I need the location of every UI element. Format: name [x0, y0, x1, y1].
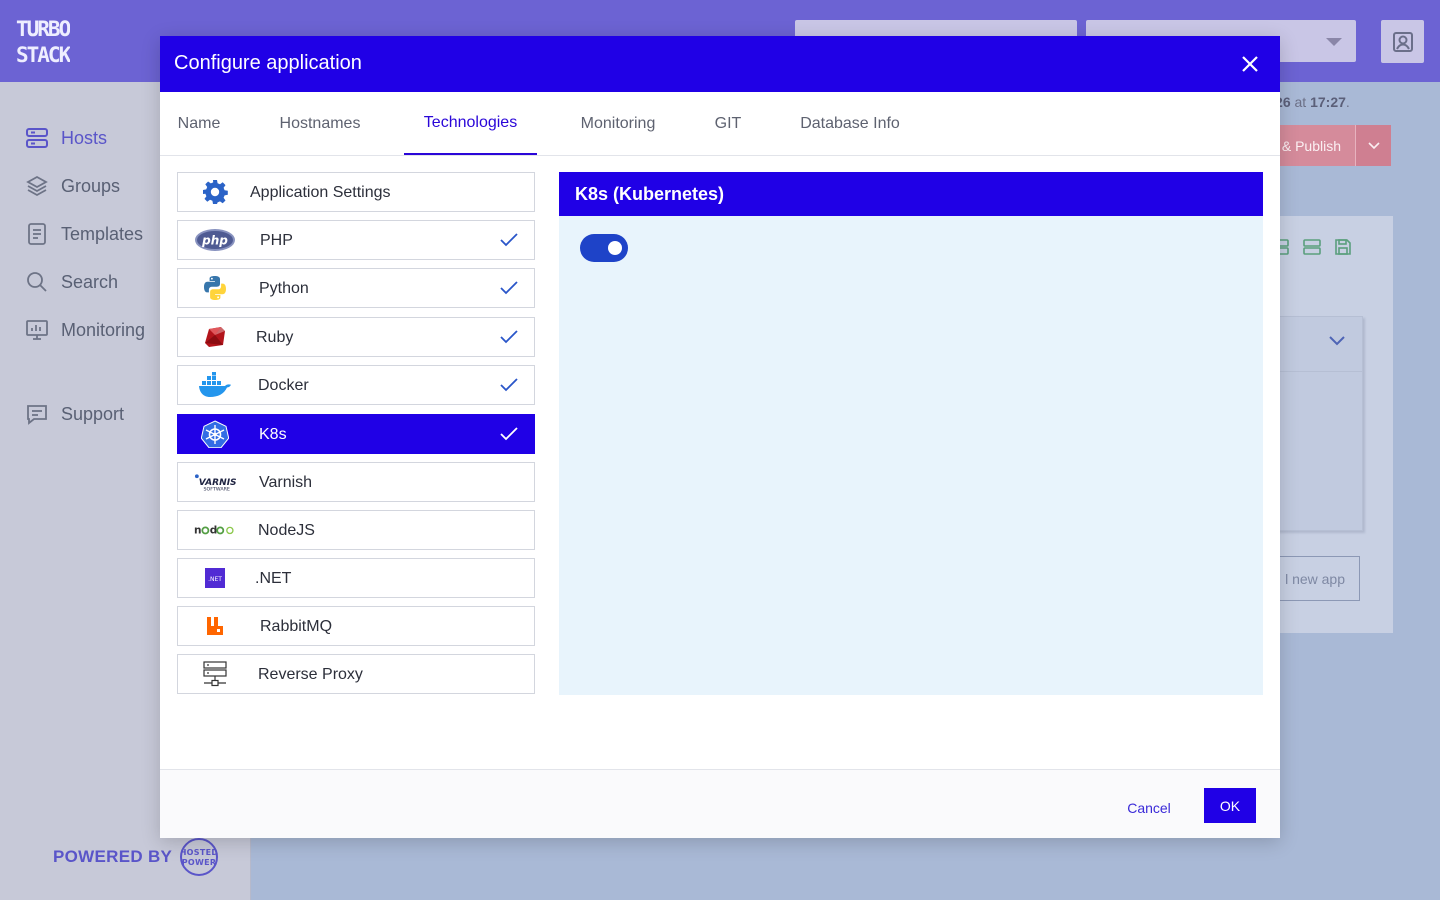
- gear-icon: [194, 178, 236, 206]
- varnish-icon: VARNISHSOFTWARE: [194, 468, 236, 496]
- modal-tabs: Name Hostnames Technologies Monitoring G…: [160, 92, 1280, 156]
- tech-item-php[interactable]: php PHP: [177, 220, 535, 260]
- server-icon[interactable]: [1302, 238, 1322, 256]
- tech-item-dotnet[interactable]: .NET .NET: [177, 558, 535, 598]
- tech-item-application-settings[interactable]: Application Settings: [177, 172, 535, 212]
- reverse-proxy-icon: [194, 660, 236, 688]
- tech-item-label: Varnish: [259, 474, 313, 491]
- powered-by-label: POWERED BY: [53, 847, 173, 866]
- tab-hostnames[interactable]: Hostnames: [264, 92, 376, 155]
- chevron-down-icon: [1326, 38, 1342, 46]
- svg-text:.NET: .NET: [208, 576, 222, 583]
- k8s-enable-toggle[interactable]: [580, 234, 628, 262]
- panel-title: K8s (Kubernetes): [559, 172, 1263, 216]
- tab-monitoring[interactable]: Monitoring: [565, 92, 671, 155]
- template-icon: [24, 221, 50, 247]
- nodejs-icon: nd: [194, 516, 236, 544]
- toggle-knob: [608, 241, 622, 255]
- tech-item-label: .NET: [255, 570, 292, 587]
- server-icon: [24, 125, 50, 151]
- powered-by: POWERED BY HOSTED POWER: [53, 838, 219, 876]
- tech-item-label: RabbitMQ: [260, 618, 333, 635]
- svg-text:d: d: [210, 525, 218, 537]
- svg-text:HOSTED: HOSTED: [182, 848, 216, 857]
- hosted-power-logo: HOSTED POWER: [180, 838, 219, 876]
- search-icon: [24, 269, 50, 295]
- layers-icon: [24, 173, 50, 199]
- sidebar-item-label: Support: [61, 403, 125, 424]
- tech-item-label: Python: [259, 280, 309, 297]
- svg-text:VARNISH: VARNISH: [199, 478, 236, 488]
- check-icon: [500, 281, 518, 295]
- support-chat-icon: [24, 401, 50, 427]
- ok-button[interactable]: OK: [1204, 788, 1256, 823]
- tech-item-ruby[interactable]: Ruby: [177, 317, 535, 357]
- tech-item-label: K8s: [259, 426, 287, 443]
- chevron-down-icon: [1367, 141, 1380, 149]
- sidebar-item-support[interactable]: Support: [24, 399, 124, 429]
- sidebar-item-templates[interactable]: Templates: [24, 219, 143, 249]
- tech-item-rabbitmq[interactable]: RabbitMQ: [177, 606, 535, 646]
- sidebar-item-label: Monitoring: [61, 319, 146, 340]
- close-button[interactable]: [1238, 52, 1262, 76]
- tab-technologies[interactable]: Technologies: [404, 92, 537, 155]
- tech-item-label: Reverse Proxy: [258, 666, 363, 683]
- tech-item-label: Docker: [258, 377, 309, 394]
- tech-item-label: PHP: [260, 232, 293, 249]
- modal-footer: Cancel OK: [160, 769, 1280, 838]
- turbostack-logo[interactable]: TURBO STACK: [14, 14, 74, 68]
- chevron-down-icon: [1329, 336, 1345, 346]
- user-profile-button[interactable]: [1381, 20, 1424, 63]
- svg-text:TURBO: TURBO: [16, 17, 70, 41]
- tech-item-label: Ruby: [256, 329, 294, 346]
- sidebar-item-label: Templates: [61, 223, 144, 244]
- check-icon: [500, 427, 518, 441]
- check-icon: [500, 330, 518, 344]
- tech-item-k8s[interactable]: K8s: [177, 414, 535, 454]
- ruby-icon: [194, 323, 236, 351]
- modal-header: Configure application: [160, 36, 1280, 92]
- modal-title: Configure application: [174, 52, 362, 74]
- sidebar-item-monitoring[interactable]: Monitoring: [24, 315, 145, 345]
- tab-database-info[interactable]: Database Info: [784, 92, 916, 155]
- check-icon: [500, 233, 518, 247]
- tech-item-nodejs[interactable]: nd NodeJS: [177, 510, 535, 550]
- rabbitmq-icon: [194, 612, 236, 640]
- cancel-button[interactable]: Cancel: [1110, 791, 1188, 825]
- check-icon: [500, 378, 518, 392]
- sidebar-item-hosts[interactable]: Hosts: [24, 123, 107, 153]
- sidebar-item-search[interactable]: Search: [24, 267, 118, 297]
- php-icon: php: [194, 226, 236, 254]
- sidebar-item-label: Search: [61, 271, 119, 292]
- save-icon[interactable]: [1334, 238, 1352, 256]
- svg-text:n: n: [194, 525, 202, 537]
- svg-text:SOFTWARE: SOFTWARE: [204, 487, 230, 493]
- tech-item-label: NodeJS: [258, 522, 315, 539]
- tech-item-varnish[interactable]: VARNISHSOFTWARE Varnish: [177, 462, 535, 502]
- tech-item-reverse-proxy[interactable]: Reverse Proxy: [177, 654, 535, 694]
- python-icon: [194, 274, 236, 302]
- dotnet-icon: .NET: [194, 564, 236, 592]
- tech-item-python[interactable]: Python: [177, 268, 535, 308]
- kubernetes-icon: [194, 420, 236, 448]
- card-toolbar: [1270, 238, 1352, 256]
- svg-text:POWER: POWER: [182, 858, 216, 867]
- tech-item-label: Application Settings: [250, 184, 391, 201]
- monitor-icon: [24, 317, 50, 343]
- sidebar-item-groups[interactable]: Groups: [24, 171, 120, 201]
- svg-text:STACK: STACK: [16, 43, 70, 67]
- user-icon: [1392, 31, 1413, 52]
- svg-text:php: php: [201, 234, 228, 248]
- sidebar-item-label: Groups: [61, 175, 121, 196]
- docker-icon: [194, 371, 236, 399]
- tab-name[interactable]: Name: [160, 92, 238, 155]
- configure-application-modal: Configure application Name Hostnames Tec…: [160, 36, 1280, 838]
- close-icon: [1242, 56, 1258, 72]
- tech-item-docker[interactable]: Docker: [177, 365, 535, 405]
- tab-git[interactable]: GIT: [700, 92, 756, 155]
- publish-options-button[interactable]: [1355, 125, 1391, 166]
- technology-settings-panel: K8s (Kubernetes): [559, 172, 1263, 695]
- sidebar-item-label: Hosts: [61, 127, 108, 148]
